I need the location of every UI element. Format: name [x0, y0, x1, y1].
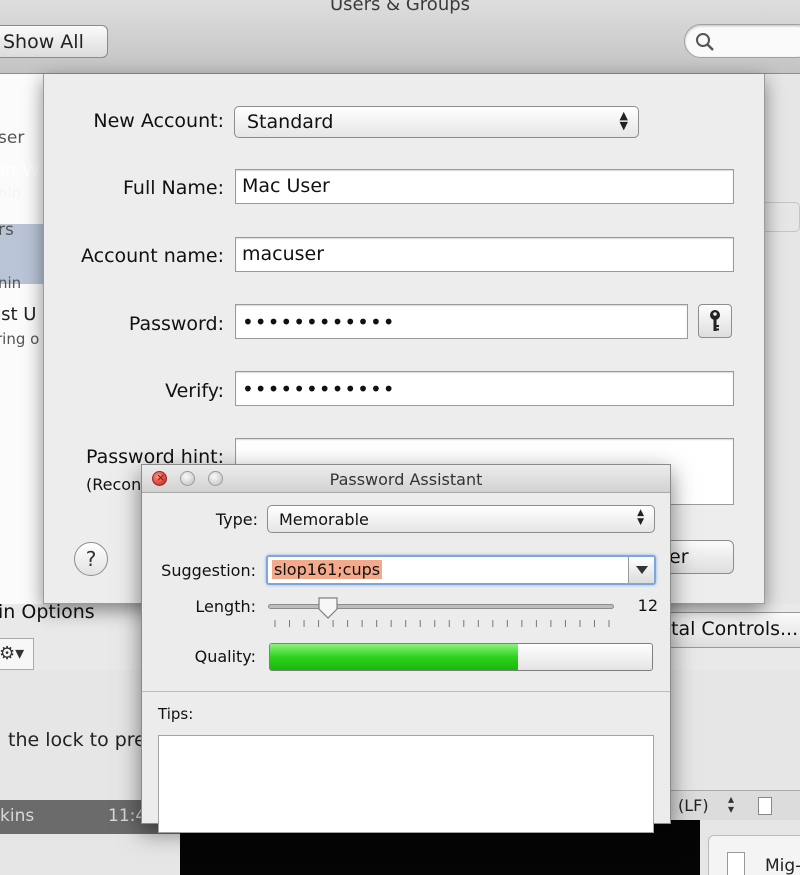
- user-list-fragment: rs: [0, 220, 14, 240]
- divider: [142, 691, 670, 692]
- length-label: Length:: [195, 597, 256, 616]
- user-list-fragment: est U: [0, 304, 37, 325]
- updown-arrows-icon: ▲ ▼: [637, 508, 644, 527]
- user-list[interactable]: ser on W nin rs nin est U ring o: [0, 74, 45, 604]
- account-name-field[interactable]: macuser: [235, 237, 734, 272]
- window-toolbar: Users & Groups Show All: [0, 0, 800, 74]
- length-slider-ticks: [274, 620, 610, 627]
- user-list-fragment: ring o: [0, 330, 40, 348]
- line-ending-bar[interactable]: (LF) ▴ ▾: [670, 790, 800, 820]
- length-slider-knob[interactable]: [318, 597, 338, 619]
- user-list-fragment: ser: [0, 128, 25, 148]
- key-icon: [710, 310, 720, 331]
- tips-box: [158, 735, 654, 833]
- password-assistant-title: Password Assistant: [329, 470, 483, 489]
- user-list-fragment: nin: [0, 274, 22, 292]
- password-assistant-titlebar[interactable]: × Password Assistant: [142, 465, 670, 493]
- show-all-button[interactable]: Show All: [0, 25, 108, 58]
- search-icon: [696, 33, 714, 51]
- quality-meter-fill: [270, 644, 519, 670]
- verify-label: Verify:: [165, 380, 224, 402]
- quality-meter: [269, 643, 653, 671]
- account-type-popup[interactable]: Standard ▲ ▼: [234, 106, 639, 138]
- document-icon: [727, 852, 745, 875]
- type-popup[interactable]: Memorable ▲ ▼: [267, 505, 655, 533]
- password-hint-sublabel: (Recon: [86, 475, 142, 494]
- verify-field[interactable]: ••••••••••••: [235, 371, 734, 406]
- window-title: Users & Groups: [329, 0, 471, 15]
- type-value: Memorable: [279, 510, 369, 529]
- migration-label: Mig-: [765, 856, 800, 875]
- suggestion-dropdown-button[interactable]: [628, 557, 654, 583]
- suggestion-combobox[interactable]: slop161;cups: [266, 555, 656, 585]
- search-field[interactable]: [684, 24, 800, 58]
- password-assistant-button[interactable]: [698, 304, 732, 338]
- quality-label: Quality:: [194, 647, 256, 666]
- suggestion-label: Suggestion:: [161, 561, 256, 580]
- help-button[interactable]: ?: [74, 542, 108, 576]
- password-label: Password:: [128, 313, 224, 335]
- line-ending-label: (LF): [678, 796, 709, 815]
- taskbar-label: kins: [0, 806, 35, 826]
- type-label: Type:: [215, 510, 258, 529]
- migration-item[interactable]: Mig-: [708, 835, 800, 875]
- suggestion-value[interactable]: slop161;cups: [272, 560, 383, 579]
- account-name-label: Account name:: [80, 245, 224, 267]
- password-assistant-window: × Password Assistant Type: Memorable ▲ ▼ …: [141, 464, 671, 833]
- updown-arrows-icon: ▴ ▾: [728, 792, 735, 816]
- full-name-label: Full Name:: [123, 177, 224, 199]
- updown-arrows-icon: ▲ ▼: [619, 109, 628, 132]
- length-value: 12: [637, 596, 658, 615]
- full-name-field[interactable]: Mac User: [235, 169, 734, 204]
- chevron-down-icon: [635, 566, 648, 574]
- tips-label: Tips:: [158, 705, 194, 723]
- document-icon: [758, 797, 772, 815]
- login-options-item[interactable]: in Options: [0, 601, 95, 623]
- user-list-fragment: nin: [0, 184, 22, 202]
- gear-menu-button[interactable]: ⚙▾: [0, 638, 34, 670]
- new-account-label: New Account:: [93, 110, 224, 132]
- account-type-value: Standard: [247, 111, 334, 133]
- parental-controls-button[interactable]: tal Controls...: [660, 612, 800, 648]
- password-field[interactable]: ••••••••••••: [235, 304, 688, 339]
- user-list-fragment: on W: [0, 160, 40, 181]
- lock-hint-text: the lock to pre: [8, 729, 146, 751]
